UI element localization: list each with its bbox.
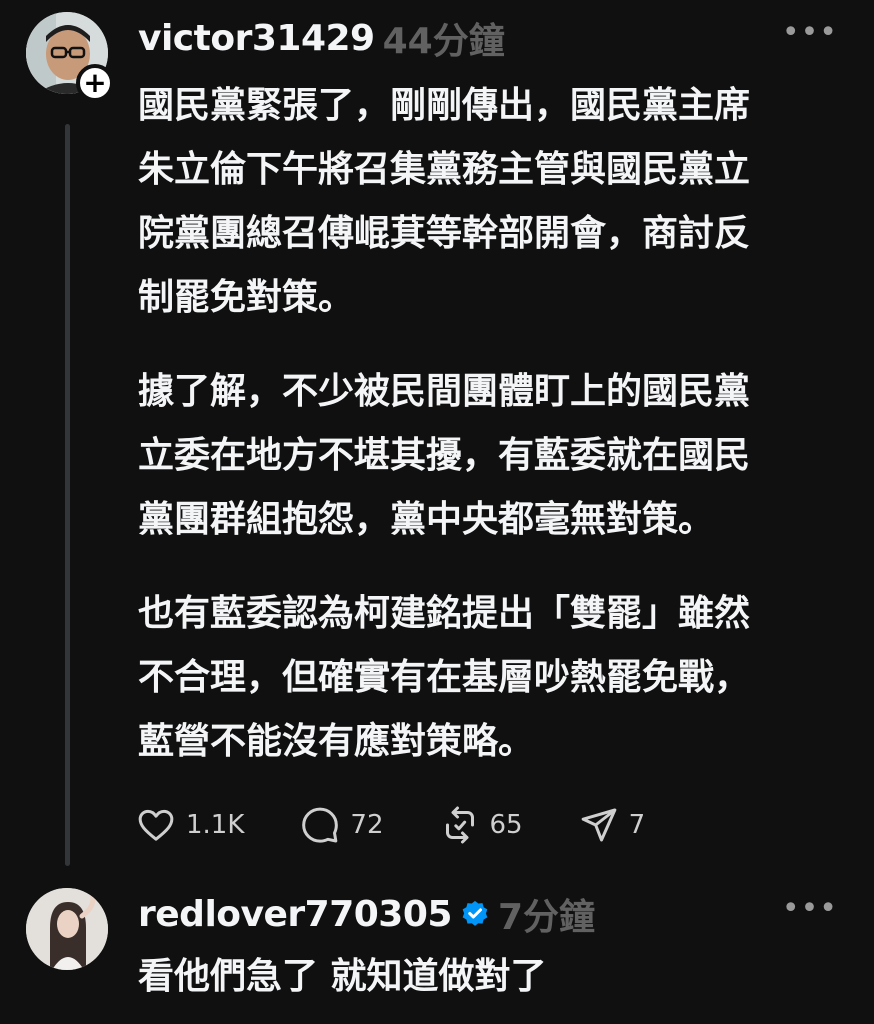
post-text: 看他們急了 就知道做對了	[138, 948, 848, 1006]
post-text: 國民黨緊張了，剛剛傳出，國民黨主席 朱立倫下午將召集黨務主管與國民黨立 院黨團總…	[138, 74, 848, 804]
paragraph: 據了解，不少被民間團體盯上的國民黨 立委在地方不堪其擾，有藍委就在國民 黨團群組…	[138, 371, 751, 540]
paragraph: 看他們急了 就知道做對了	[138, 956, 547, 997]
repost-icon	[445, 806, 474, 844]
post-header: redlover770305 7分鐘	[138, 888, 595, 940]
paragraph: 國民黨緊張了，剛剛傳出，國民黨主席 朱立倫下午將召集黨務主管與國民黨立 院黨團總…	[138, 85, 751, 318]
avatar[interactable]	[26, 888, 108, 970]
action-bar: 1.1K 72 65 7	[136, 802, 701, 848]
timestamp: 7分鐘	[497, 897, 596, 938]
thread-line	[65, 124, 70, 866]
timestamp: 44分鐘	[382, 21, 505, 62]
username[interactable]: redlover770305	[138, 894, 452, 935]
share-count: 7	[628, 810, 646, 840]
more-options-icon[interactable]: •••	[782, 894, 838, 924]
heart-icon	[138, 809, 174, 841]
verified-badge-icon	[462, 900, 488, 926]
thread-post: + victor31429 44分鐘 ••• 國民黨緊張了，剛剛傳出，國民黨主席…	[0, 0, 874, 870]
follow-plus-icon[interactable]: +	[76, 64, 114, 102]
reply-post: redlover770305 7分鐘 ••• 看他們急了 就知道做對了	[0, 870, 874, 1024]
comment-icon	[302, 807, 339, 843]
comment-count: 72	[350, 810, 384, 840]
more-options-icon[interactable]: •••	[782, 18, 838, 48]
username[interactable]: victor31429	[138, 18, 375, 59]
share-button[interactable]: 7	[579, 805, 646, 845]
repost-count: 65	[489, 810, 523, 840]
paragraph: 也有藍委認為柯建銘提出「雙罷」雖然 不合理，但確實有在基層吵熱罷免戰， 藍營不能…	[138, 593, 751, 762]
like-button[interactable]: 1.1K	[136, 805, 244, 845]
post-header: victor31429 44分鐘	[138, 12, 505, 64]
like-count: 1.1K	[186, 810, 245, 840]
send-icon	[581, 808, 616, 842]
repost-button[interactable]: 65	[440, 805, 523, 845]
comment-button[interactable]: 72	[300, 805, 384, 845]
